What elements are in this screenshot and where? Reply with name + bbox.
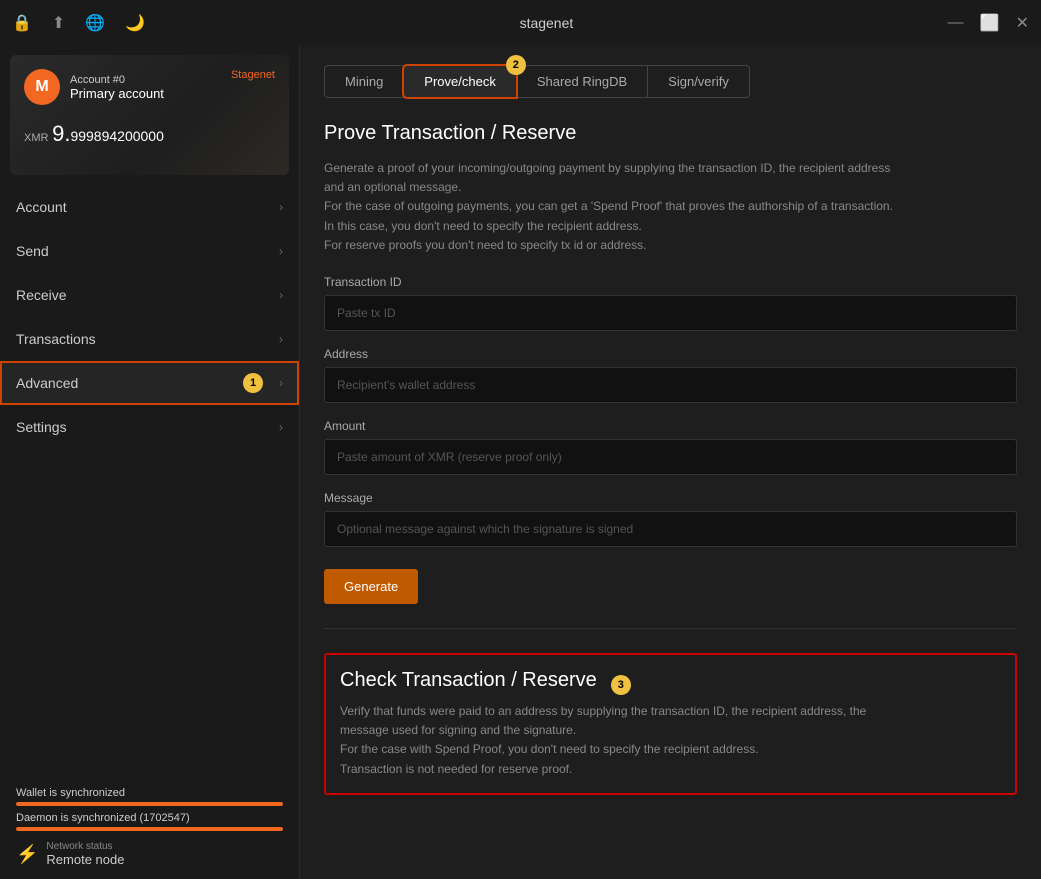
message-group: Message — [324, 491, 1017, 547]
prove-section: Prove Transaction / Reserve Generate a p… — [324, 122, 1017, 604]
amount-input[interactable] — [324, 439, 1017, 475]
sidebar-footer: Wallet is synchronized Daemon is synchro… — [0, 775, 299, 879]
tab-mining[interactable]: Mining — [324, 65, 404, 98]
address-group: Address — [324, 347, 1017, 403]
network-status: ⚡ Network status Remote node — [16, 841, 283, 867]
check-description: Verify that funds were paid to an addres… — [340, 702, 1001, 779]
check-title-row: Check Transaction / Reserve 3 — [340, 669, 1001, 702]
titlebar: 🔒 ⬆ 🌐 🌙 stagenet — ⬜ ✕ — [0, 0, 1041, 45]
tab-prove-check-wrapper: Prove/check 2 — [403, 65, 516, 98]
wallet-sync-status: Wallet is synchronized — [16, 787, 283, 806]
globe-icon[interactable]: 🌐 — [85, 13, 105, 33]
tab-sign-verify[interactable]: Sign/verify — [647, 65, 750, 98]
account-info: Account #0 Primary account — [70, 74, 164, 101]
tx-id-input[interactable] — [324, 295, 1017, 331]
prove-title: Prove Transaction / Reserve — [324, 122, 1017, 145]
daemon-sync-label: Daemon is synchronized (1702547) — [16, 812, 283, 824]
window-title: stagenet — [520, 15, 574, 31]
daemon-sync-bar — [16, 827, 283, 831]
account-balance: XMR 9.999894200000 — [24, 121, 275, 147]
stagenet-badge: Stagenet — [231, 69, 275, 81]
sidebar: M Account #0 Primary account Stagenet XM… — [0, 45, 300, 879]
message-label: Message — [324, 491, 1017, 505]
maximize-icon[interactable]: ⬜ — [980, 13, 1000, 33]
lock-icon[interactable]: 🔒 — [12, 13, 32, 33]
chevron-icon: › — [279, 200, 283, 214]
titlebar-left-icons: 🔒 ⬆ 🌐 🌙 — [12, 13, 145, 33]
window-controls: — ⬜ ✕ — [948, 13, 1029, 33]
account-card: M Account #0 Primary account Stagenet XM… — [10, 55, 289, 175]
address-input[interactable] — [324, 367, 1017, 403]
check-title: Check Transaction / Reserve — [340, 669, 597, 692]
balance-xmr-label: XMR — [24, 132, 48, 144]
moon-icon[interactable]: 🌙 — [125, 13, 145, 33]
check-section-badge: 3 — [611, 675, 631, 695]
sidebar-item-advanced[interactable]: Advanced 1 › — [0, 361, 299, 405]
sidebar-item-account[interactable]: Account › — [0, 185, 299, 229]
amount-label: Amount — [324, 419, 1017, 433]
account-label: Primary account — [70, 86, 164, 101]
wallet-sync-label: Wallet is synchronized — [16, 787, 283, 799]
sidebar-nav: Account › Send › Receive › Transactions … — [0, 185, 299, 449]
network-status-label: Network status — [46, 841, 124, 852]
sidebar-item-receive[interactable]: Receive › — [0, 273, 299, 317]
account-number: Account #0 — [70, 74, 164, 86]
daemon-sync-fill — [16, 827, 283, 831]
sidebar-item-send[interactable]: Send › — [0, 229, 299, 273]
tx-id-group: Transaction ID — [324, 275, 1017, 331]
daemon-sync-status: Daemon is synchronized (1702547) — [16, 812, 283, 831]
close-icon[interactable]: ✕ — [1016, 13, 1029, 33]
main-layout: M Account #0 Primary account Stagenet XM… — [0, 45, 1041, 879]
export-icon[interactable]: ⬆ — [52, 13, 65, 33]
sidebar-item-settings[interactable]: Settings › — [0, 405, 299, 449]
chevron-icon: › — [279, 244, 283, 258]
tab-prove-check[interactable]: Prove/check — [403, 65, 517, 98]
balance-dec: 999894200000 — [70, 128, 163, 144]
network-info: Network status Remote node — [46, 841, 124, 867]
address-label: Address — [324, 347, 1017, 361]
chevron-icon: › — [279, 288, 283, 302]
check-section: Check Transaction / Reserve 3 Verify tha… — [324, 653, 1017, 795]
generate-button[interactable]: Generate — [324, 569, 418, 604]
content-area: Mining Prove/check 2 Shared RingDB Sign/… — [300, 45, 1041, 879]
prove-description: Generate a proof of your incoming/outgoi… — [324, 159, 1017, 255]
monero-logo: M — [24, 69, 60, 105]
balance-int: 9. — [52, 121, 70, 146]
tab-shared-ringdb[interactable]: Shared RingDB — [516, 65, 648, 98]
tabs-bar: Mining Prove/check 2 Shared RingDB Sign/… — [324, 65, 1017, 98]
network-status-value: Remote node — [46, 852, 124, 867]
advanced-badge: 1 — [243, 373, 263, 393]
message-input[interactable] — [324, 511, 1017, 547]
minimize-icon[interactable]: — — [948, 14, 964, 32]
lightning-icon: ⚡ — [16, 844, 38, 865]
tx-id-label: Transaction ID — [324, 275, 1017, 289]
chevron-icon: › — [279, 420, 283, 434]
wallet-sync-fill — [16, 802, 283, 806]
chevron-icon: › — [279, 376, 283, 390]
sidebar-item-transactions[interactable]: Transactions › — [0, 317, 299, 361]
tab-prove-check-badge: 2 — [506, 55, 526, 75]
amount-group: Amount — [324, 419, 1017, 475]
balance-amount: 9.999894200000 — [52, 121, 164, 146]
wallet-sync-bar — [16, 802, 283, 806]
chevron-icon: › — [279, 332, 283, 346]
section-divider — [324, 628, 1017, 629]
